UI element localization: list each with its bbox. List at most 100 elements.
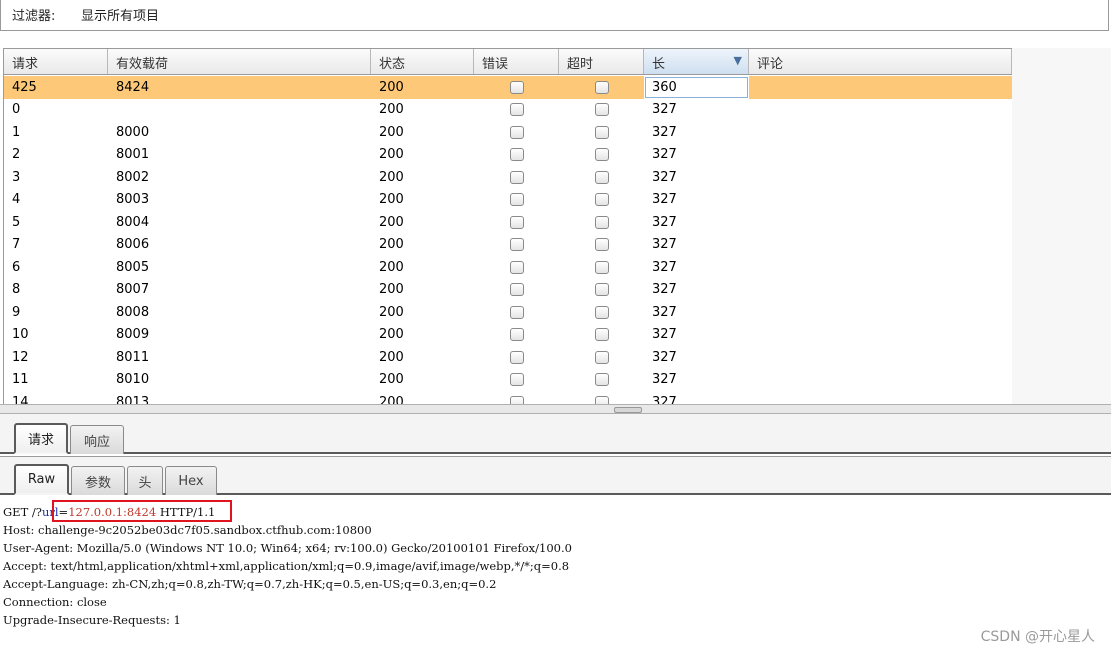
filter-value[interactable]: 显示所有项目 [81, 5, 159, 24]
error-checkbox[interactable] [509, 395, 524, 404]
table-row[interactable]: 6 8005 200 327 [4, 256, 1012, 279]
table-row[interactable]: 425 8424 200 360 [4, 76, 1012, 99]
cell-error [474, 256, 559, 279]
cell-payload: 8013 [116, 394, 150, 404]
header-user-agent: User-Agent: Mozilla/5.0 (Windows NT 10.0… [3, 541, 572, 555]
error-checkbox[interactable] [509, 238, 524, 252]
table-row[interactable]: 14 8013 200 327 [4, 391, 1012, 404]
table-row[interactable]: 1 8000 200 327 [4, 121, 1012, 144]
table-row[interactable]: 3 8002 200 327 [4, 166, 1012, 189]
cell-request: 7 [12, 237, 21, 253]
cell-length: 327 [652, 259, 677, 275]
tab-view-3[interactable]: Hex [165, 466, 217, 495]
table-row[interactable]: 2 8001 200 327 [4, 144, 1012, 167]
error-checkbox[interactable] [509, 103, 524, 117]
tab-view-2[interactable]: 头 [127, 466, 163, 495]
cell-request: 11 [12, 372, 29, 388]
table-row[interactable]: 5 8004 200 327 [4, 211, 1012, 234]
cell-payload: 8002 [116, 169, 150, 185]
cell-error [474, 391, 559, 404]
cell-payload: 8000 [116, 124, 150, 140]
timeout-checkbox[interactable] [594, 170, 609, 184]
table-row[interactable]: 10 8009 200 327 [4, 324, 1012, 347]
table-row[interactable]: 4 8003 200 327 [4, 189, 1012, 212]
cell-error [474, 99, 559, 122]
timeout-checkbox[interactable] [594, 328, 609, 342]
cell-length: 327 [652, 394, 677, 404]
table-row[interactable]: 11 8010 200 327 [4, 369, 1012, 392]
error-checkbox[interactable] [509, 305, 524, 319]
cell-error [474, 166, 559, 189]
error-checkbox[interactable] [509, 283, 524, 297]
cell-timeout [559, 144, 644, 167]
tab-top-0[interactable]: 请求 [14, 423, 68, 454]
results-table: 请求 有效载荷 状态 错误 超时 长 ▼ 评论 425 8424 200 360 0 200 327 1 80… [3, 48, 1111, 404]
cell-payload: 8006 [116, 237, 150, 253]
table-empty-area [1012, 48, 1111, 404]
col-error-header[interactable]: 错误 [474, 49, 559, 74]
cell-length: 327 [652, 282, 677, 298]
cell-timeout [559, 279, 644, 302]
cell-comment [749, 301, 1012, 324]
cell-timeout [559, 256, 644, 279]
table-row[interactable]: 0 200 327 [4, 99, 1012, 122]
table-row[interactable]: 9 8008 200 327 [4, 301, 1012, 324]
tab-label: Raw [27, 472, 56, 487]
cell-timeout [559, 301, 644, 324]
error-checkbox[interactable] [509, 373, 524, 387]
error-checkbox[interactable] [509, 170, 524, 184]
cell-error [474, 301, 559, 324]
tab-view-0[interactable]: Raw [14, 464, 69, 495]
error-checkbox[interactable] [509, 193, 524, 207]
timeout-checkbox[interactable] [594, 283, 609, 297]
sort-descending-icon[interactable]: ▼ [734, 54, 742, 67]
col-timeout-header-label: 超时 [567, 57, 594, 72]
timeout-checkbox[interactable] [594, 148, 609, 162]
timeout-checkbox[interactable] [594, 260, 609, 274]
timeout-checkbox[interactable] [594, 238, 609, 252]
cell-error [474, 76, 559, 99]
table-row[interactable]: 8 8007 200 327 [4, 279, 1012, 302]
cell-comment [749, 369, 1012, 392]
error-checkbox[interactable] [509, 260, 524, 274]
cell-comment [749, 391, 1012, 404]
error-checkbox[interactable] [509, 148, 524, 162]
tab-top-1[interactable]: 响应 [70, 425, 124, 454]
cell-timeout [559, 211, 644, 234]
timeout-checkbox[interactable] [594, 395, 609, 404]
error-checkbox[interactable] [509, 328, 524, 342]
col-payload-header[interactable]: 有效载荷 [108, 49, 371, 74]
cell-timeout [559, 99, 644, 122]
col-length-header[interactable]: 长 ▼ [644, 49, 749, 74]
cell-timeout [559, 166, 644, 189]
timeout-checkbox[interactable] [594, 80, 609, 94]
error-checkbox[interactable] [509, 215, 524, 229]
error-checkbox[interactable] [509, 350, 524, 364]
filter-bar[interactable]: 过滤器: 显示所有项目 [0, 0, 1109, 31]
cell-length: 327 [652, 304, 677, 320]
timeout-checkbox[interactable] [594, 373, 609, 387]
timeout-checkbox[interactable] [594, 215, 609, 229]
cell-payload: 8004 [116, 214, 150, 230]
timeout-checkbox[interactable] [594, 193, 609, 207]
timeout-checkbox[interactable] [594, 350, 609, 364]
error-checkbox[interactable] [509, 80, 524, 94]
split-divider[interactable] [0, 404, 1111, 414]
timeout-checkbox[interactable] [594, 305, 609, 319]
col-request-header[interactable]: 请求 [4, 49, 108, 74]
col-timeout-header[interactable]: 超时 [559, 49, 644, 74]
col-comment-header[interactable]: 评论 [749, 49, 1012, 74]
divider-grip[interactable] [614, 407, 642, 413]
error-checkbox[interactable] [509, 125, 524, 139]
table-row[interactable]: 12 8011 200 327 [4, 346, 1012, 369]
cell-status: 200 [379, 394, 404, 404]
cell-error [474, 346, 559, 369]
col-status-header[interactable]: 状态 [371, 49, 474, 74]
cell-error [474, 279, 559, 302]
cell-request: 6 [12, 259, 21, 275]
timeout-checkbox[interactable] [594, 125, 609, 139]
table-row[interactable]: 7 8006 200 327 [4, 234, 1012, 257]
tab-view-1[interactable]: 参数 [71, 466, 125, 495]
timeout-checkbox[interactable] [594, 103, 609, 117]
cell-status: 200 [379, 259, 404, 275]
